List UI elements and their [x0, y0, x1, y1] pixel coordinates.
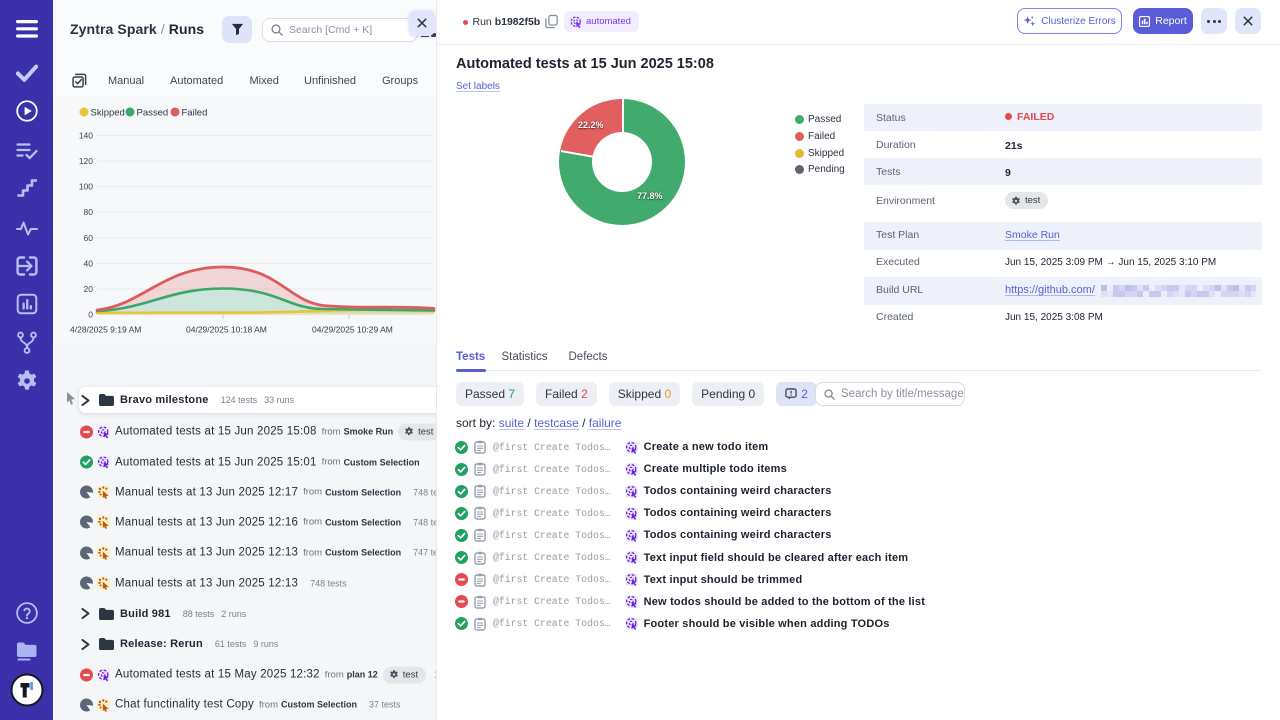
svg-text:100: 100 [79, 182, 93, 192]
svg-text:Failed: Failed [182, 108, 208, 119]
svg-text:120: 120 [79, 156, 93, 166]
svg-text:60: 60 [84, 233, 94, 243]
svg-text:80: 80 [84, 207, 94, 217]
svg-text:Passed: Passed [137, 108, 169, 119]
svg-text:4/28/2025 9:19 AM: 4/28/2025 9:19 AM [70, 325, 141, 335]
svg-text:Skipped: Skipped [91, 108, 125, 119]
svg-text:04/29/2025 10:18 AM: 04/29/2025 10:18 AM [186, 325, 267, 335]
svg-text:20: 20 [84, 284, 94, 294]
svg-text:40: 40 [84, 258, 94, 268]
svg-text:140: 140 [79, 130, 93, 140]
svg-text:0: 0 [88, 310, 93, 320]
svg-text:04/29/2025 10:29 AM: 04/29/2025 10:29 AM [312, 325, 393, 335]
